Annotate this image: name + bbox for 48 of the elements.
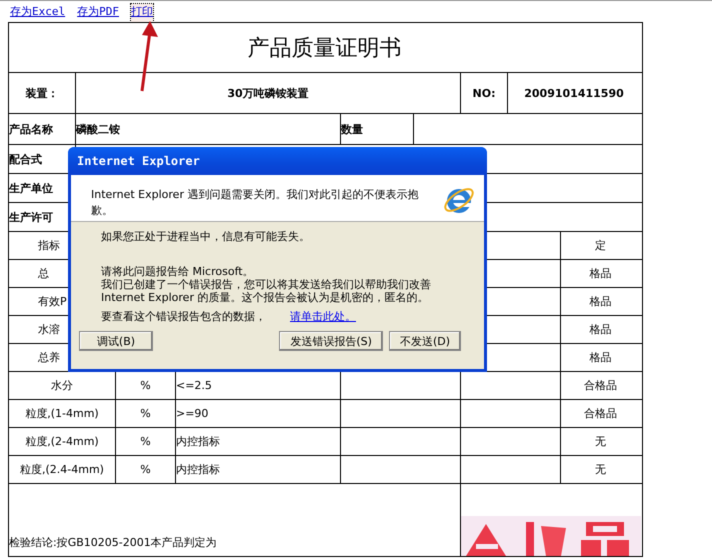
field-label: NO: [461, 73, 508, 113]
table-cell-text: 合格品 [583, 378, 618, 394]
dialog-button[interactable]: 发送错误报告(S) [279, 331, 383, 351]
table-cell-text: 无 [594, 462, 607, 478]
table-cell: % [140, 463, 151, 476]
field-label: 装置： [9, 73, 76, 113]
info-text: 如果您正处于进程当中，信息有可能丢失。 [101, 230, 311, 243]
report-text: 我们已创建了一个错误报告，您可以将其发送给我们以帮助我们改善 Internet Explorer 的质量。这个报告会被认为是机密的，匿名的。 [101, 278, 432, 304]
field-value: 2009101411590 [523, 86, 625, 102]
table-cell: 内控指标 [176, 434, 220, 449]
table-cell: >=90 [176, 407, 208, 420]
field-label: 产品名称 [9, 114, 76, 144]
table-cell: % [140, 435, 151, 448]
toolbar-link[interactable]: 存为PDF [77, 4, 119, 22]
table-cell: 有效P [38, 294, 67, 309]
table-cell: 总养 [38, 350, 60, 365]
table-cell: 内控指标 [176, 462, 220, 477]
details-link[interactable]: 请单击此处。 [290, 310, 356, 323]
table-cell: 指标 [38, 238, 60, 253]
table-cell: 粒度,(2.4-4mm) [20, 462, 104, 477]
table-cell-text: 格品 [588, 266, 612, 282]
dialog-title: Internet Explorer [68, 147, 487, 175]
table-cell: 粒度,(1-4mm) [25, 406, 99, 421]
field-label: 数量 [341, 114, 414, 144]
table-cell: % [140, 407, 151, 420]
table-cell-text: 合格品 [583, 406, 618, 422]
document-title: 产品质量证明书 [248, 34, 402, 62]
toolbar-link[interactable]: 打印 [131, 4, 153, 22]
dialog-button[interactable]: 不发送(D) [388, 331, 461, 351]
table-cell: 粒度,(2-4mm) [25, 434, 99, 449]
conclusion-text: 检验结论:按GB10205-2001本产品判定为 [9, 535, 217, 550]
toolbar-link[interactable]: 存为Excel [10, 4, 66, 22]
field-value: 30万吨磷铵装置 [76, 73, 461, 113]
table-cell-text: 格品 [588, 294, 612, 310]
table-cell: 水溶 [38, 322, 60, 337]
table-cell-text: 格品 [588, 322, 612, 338]
field-value: 磷酸二铵 [76, 114, 341, 144]
report-text: 请将此问题报告给 Microsoft。 [101, 265, 255, 278]
table-cell: % [140, 379, 151, 392]
table-cell: 水分 [51, 378, 73, 393]
dialog-button[interactable]: 调试(B) [79, 331, 153, 351]
view-text: 要查看这个错误报告包含的数据， [101, 310, 266, 323]
table-cell-text: 定 [594, 238, 607, 254]
table-cell: 总 [38, 266, 49, 281]
table-cell-text: 无 [594, 434, 607, 450]
table-cell: <=2.5 [176, 379, 212, 392]
table-cell-text: 格品 [588, 350, 612, 366]
error-message: Internet Explorer 遇到问题需要关闭。我们对此引起的不便表示抱歉。 [91, 187, 420, 219]
